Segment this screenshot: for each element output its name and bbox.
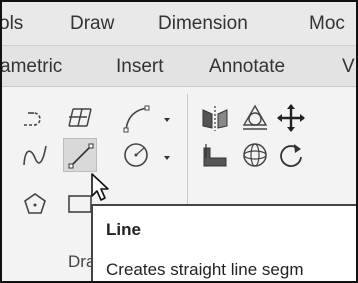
table-icon[interactable] (63, 101, 97, 135)
tooltip-title: Line (106, 220, 141, 239)
tab-view[interactable]: V (342, 56, 355, 78)
rotate-icon[interactable] (274, 138, 308, 172)
ribbon-tab-bar: ametric Insert Annotate V (2, 46, 356, 87)
tab-annotate[interactable]: Annotate (209, 56, 285, 78)
spline-icon[interactable] (18, 138, 52, 172)
polygon-icon[interactable] (18, 187, 52, 221)
circle-dropdown-arrow-icon[interactable] (162, 150, 172, 160)
circle-icon[interactable] (119, 138, 153, 172)
tooltip-description: Creates straight line segm (106, 260, 304, 279)
line-tool-button[interactable] (63, 138, 97, 172)
move-icon[interactable] (274, 101, 308, 135)
layer-icon[interactable] (198, 138, 232, 172)
mouse-pointer-icon (88, 172, 116, 202)
panel-separator (187, 94, 188, 214)
tab-parametric[interactable]: ametric (2, 56, 62, 78)
line-icon (68, 143, 94, 169)
arc-dropdown-arrow-icon[interactable] (162, 112, 172, 122)
line-tooltip: Line Creates straight line segm (91, 204, 356, 281)
menu-bar: ols Draw Dimension Moc (2, 2, 356, 46)
3d-orbit-icon[interactable] (238, 101, 272, 135)
screen: ols Draw Dimension Moc ametric Insert An… (0, 0, 358, 283)
menu-item-draw[interactable]: Draw (70, 13, 114, 35)
sphere-icon[interactable] (238, 138, 272, 172)
menu-item-dimension[interactable]: Dimension (158, 13, 248, 35)
menu-item-tools[interactable]: ols (2, 13, 23, 35)
arc-icon[interactable] (119, 101, 153, 135)
polyline-icon[interactable] (18, 101, 52, 135)
tab-insert[interactable]: Insert (116, 56, 164, 78)
menu-item-modify[interactable]: Moc (309, 13, 345, 35)
mirror-icon[interactable] (198, 101, 232, 135)
